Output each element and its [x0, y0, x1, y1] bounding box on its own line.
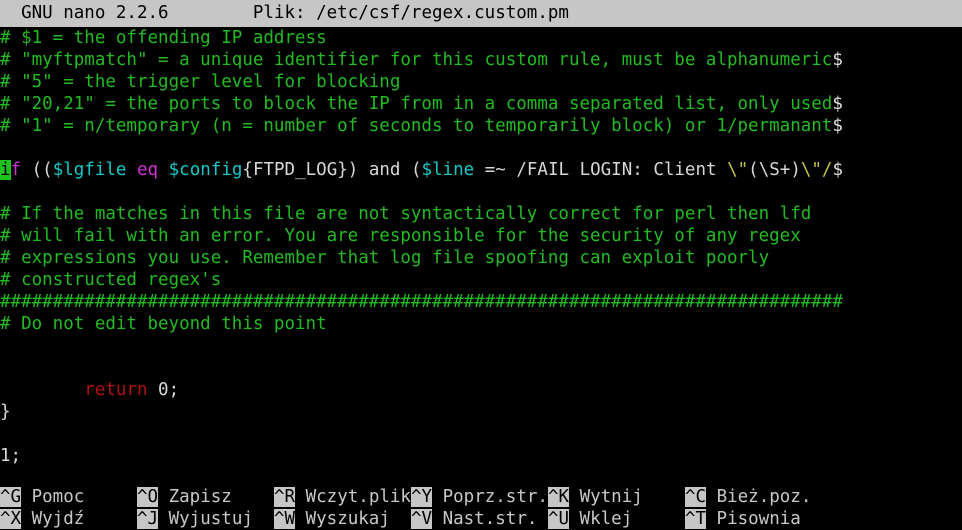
editor-text-area[interactable]: # $1 = the offending IP address # "myftpm… — [0, 27, 962, 482]
editor-line[interactable]: # "1" = n/temporary (n = number of secon… — [0, 115, 962, 137]
shortcut-gap — [643, 487, 685, 507]
editor-line[interactable] — [0, 137, 962, 159]
code-span-plain: =~ /FAIL LOGIN: Client — [474, 160, 728, 180]
code-span-comment: # Do not edit beyond this point — [0, 314, 327, 334]
shortcut-key-ctrl-c[interactable]: ^C — [684, 487, 707, 507]
code-span-keyword: eq — [137, 160, 159, 180]
shortcut-key-ctrl-u[interactable]: ^U — [547, 509, 570, 529]
code-span-plain: 1; — [0, 446, 22, 466]
code-span-comment: # $1 = the offending IP address — [0, 28, 327, 48]
shortcut-key-ctrl-g[interactable]: ^G — [0, 487, 22, 507]
editor-line[interactable]: 1; — [0, 445, 962, 467]
editor-line[interactable] — [0, 181, 962, 203]
shortcut-label-ctrl-o[interactable]: Zapisz — [158, 487, 232, 507]
shortcut-key-ctrl-v[interactable]: ^V — [410, 509, 433, 529]
line-truncation-marker: $ — [832, 116, 843, 136]
shortcut-gap — [253, 509, 274, 529]
shortcut-label-ctrl-v[interactable]: Nast.str. — [432, 509, 538, 529]
code-span-comment: # will fail with an error. You are respo… — [0, 226, 801, 246]
code-span-red: return — [84, 380, 148, 400]
shortcut-key-ctrl-x[interactable]: ^X — [0, 509, 22, 529]
code-span-plain: 0; — [147, 380, 180, 400]
shortcut-label-ctrl-u[interactable]: Wklej — [569, 509, 633, 529]
code-span-comment: ########################################… — [0, 292, 843, 312]
editor-line[interactable]: # expressions you use. Remember that log… — [0, 247, 962, 269]
editor-line[interactable] — [0, 335, 962, 357]
code-span-plain — [158, 160, 169, 180]
shortcut-gap — [84, 487, 137, 507]
shortcut-key-ctrl-w[interactable]: ^W — [273, 509, 296, 529]
terminal-window: GNU nano 2.2.6 Plik: /etc/csf/regex.cust… — [0, 0, 962, 530]
code-span-comment: # "1" = n/temporary (n = number of secon… — [0, 116, 833, 136]
text-cursor: i — [0, 160, 11, 180]
editor-line[interactable] — [0, 423, 962, 445]
shortcut-label-ctrl-y[interactable]: Poprz.str. — [432, 487, 548, 507]
shortcut-key-ctrl-o[interactable]: ^O — [136, 487, 159, 507]
nano-shortcut-bar: ^G Pomoc ^O Zapisz ^R Wczyt.plik^Y Poprz… — [0, 482, 962, 530]
editor-line[interactable]: # If the matches in this file are not sy… — [0, 203, 962, 225]
code-span-plain — [126, 160, 137, 180]
editor-line[interactable]: if (($lgfile eq $config{FTPD_LOG}) and (… — [0, 159, 962, 181]
shortcut-key-ctrl-t[interactable]: ^T — [684, 509, 706, 529]
shortcut-row: ^X Wyjdź ^J Wyjustuj ^W Wyszukaj ^V Nast… — [0, 508, 962, 530]
nano-filename-label: Plik: /etc/csf/regex.custom.pm — [252, 3, 843, 23]
shortcut-gap — [390, 509, 411, 529]
shortcut-gap — [632, 509, 685, 529]
code-span-keyword: f — [10, 160, 22, 180]
shortcut-label-ctrl-k[interactable]: Wytnij — [569, 487, 643, 507]
code-span-comment: # If the matches in this file are not sy… — [0, 204, 812, 224]
editor-line[interactable]: # $1 = the offending IP address — [0, 27, 962, 49]
shortcut-row: ^G Pomoc ^O Zapisz ^R Wczyt.plik^Y Poprz… — [0, 486, 962, 508]
code-span-comment: # constructed regex's — [0, 270, 222, 290]
shortcut-key-ctrl-k[interactable]: ^K — [547, 487, 570, 507]
code-span-comment: # "myftpmatch" = a unique identifier for… — [0, 50, 833, 70]
nano-title-bar: GNU nano 2.2.6 Plik: /etc/csf/regex.cust… — [0, 0, 962, 27]
shortcut-key-ctrl-y[interactable]: ^Y — [410, 487, 433, 507]
editor-line[interactable]: # "myftpmatch" = a unique identifier for… — [0, 49, 962, 71]
editor-line[interactable] — [0, 467, 962, 482]
code-span-plain: {FTPD_LOG}) and ( — [242, 160, 422, 180]
code-span-variable: $line — [421, 160, 475, 180]
line-truncation-marker: $ — [832, 94, 843, 114]
editor-line[interactable]: # "5" = the trigger level for blocking — [0, 71, 962, 93]
shortcut-gap — [84, 509, 137, 529]
shortcut-key-ctrl-j[interactable]: ^J — [136, 509, 159, 529]
editor-line[interactable]: # Do not edit beyond this point — [0, 313, 962, 335]
code-span-string: \" — [727, 160, 749, 180]
code-span-comment: # "5" = the trigger level for blocking — [0, 72, 401, 92]
editor-line[interactable]: ########################################… — [0, 291, 962, 313]
editor-line[interactable]: return 0; — [0, 379, 962, 401]
code-span-plain: (( — [21, 160, 53, 180]
shortcut-label-ctrl-t[interactable]: Pisownia — [706, 509, 801, 529]
editor-line[interactable]: # constructed regex's — [0, 269, 962, 291]
code-span-plain: } — [0, 402, 11, 422]
nano-version-label: GNU nano 2.2.6 — [0, 3, 253, 23]
code-span-variable: $config — [168, 160, 243, 180]
code-span-variable: $lgfile — [52, 160, 127, 180]
line-truncation-marker: $ — [832, 160, 844, 180]
code-span-comment: # expressions you use. Remember that log… — [0, 248, 770, 268]
code-span-comment: # "20,21" = the ports to block the IP fr… — [0, 94, 833, 114]
code-span-plain — [0, 380, 84, 400]
editor-line[interactable]: # "20,21" = the ports to block the IP fr… — [0, 93, 962, 115]
editor-line[interactable]: } — [0, 401, 962, 423]
code-span-plain: (\S+) — [748, 160, 801, 180]
editor-line[interactable]: # will fail with an error. You are respo… — [0, 225, 962, 247]
shortcut-label-ctrl-w[interactable]: Wyszukaj — [295, 509, 390, 529]
shortcut-label-ctrl-g[interactable]: Pomoc — [21, 487, 85, 507]
shortcut-label-ctrl-j[interactable]: Wyjustuj — [158, 509, 253, 529]
shortcut-key-ctrl-r[interactable]: ^R — [273, 487, 296, 507]
code-span-string: \"/ — [800, 160, 833, 180]
shortcut-gap — [537, 509, 548, 529]
editor-line[interactable] — [0, 357, 962, 379]
shortcut-gap — [232, 487, 274, 507]
line-truncation-marker: $ — [832, 50, 843, 70]
shortcut-label-ctrl-x[interactable]: Wyjdź — [21, 509, 85, 529]
shortcut-label-ctrl-r[interactable]: Wczyt.plik — [295, 487, 411, 507]
shortcut-label-ctrl-c[interactable]: Bież.poz. — [706, 487, 812, 507]
